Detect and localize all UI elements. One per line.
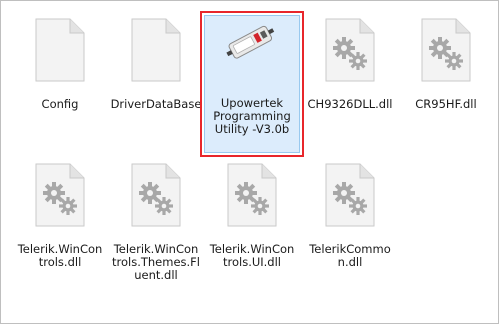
file-label: Telerik.WinControls.Themes.Fluent.dll [112, 242, 200, 282]
file-item-cr95hf-dll[interactable]: CR95HF.dll [398, 18, 494, 111]
dll-settings-icon [227, 163, 277, 227]
file-label: Telerik.WinControls.UI.dll [209, 242, 295, 269]
file-label: DriverDataBase [110, 97, 202, 111]
file-label: CR95HF.dll [415, 97, 477, 111]
highlight-annotation-box [200, 11, 304, 157]
file-label: TelerikCommon.dll [309, 242, 391, 269]
file-label: Telerik.WinControls.dll [17, 242, 103, 269]
file-item-telerik-wincontrols-themes-fluent-dll[interactable]: Telerik.WinControls.Themes.Fluent.dll [108, 163, 204, 282]
file-item-telerik-wincontrols-ui-dll[interactable]: Telerik.WinControls.UI.dll [204, 163, 300, 269]
dll-settings-icon [421, 18, 471, 82]
document-icon [131, 18, 181, 82]
file-label: Config [41, 97, 79, 111]
dll-settings-icon [325, 163, 375, 227]
dll-settings-icon [325, 18, 375, 82]
file-item-ch9326dll[interactable]: CH9326DLL.dll [302, 18, 398, 111]
file-item-driverdatabase[interactable]: DriverDataBase [108, 18, 204, 111]
document-icon [35, 18, 85, 82]
file-item-config[interactable]: Config [12, 18, 108, 111]
file-label: CH9326DLL.dll [307, 97, 393, 111]
file-item-telerik-wincontrols-dll[interactable]: Telerik.WinControls.dll [12, 163, 108, 269]
dll-settings-icon [35, 163, 85, 227]
file-item-telerikcommon-dll[interactable]: TelerikCommon.dll [302, 163, 398, 269]
dll-settings-icon [131, 163, 181, 227]
